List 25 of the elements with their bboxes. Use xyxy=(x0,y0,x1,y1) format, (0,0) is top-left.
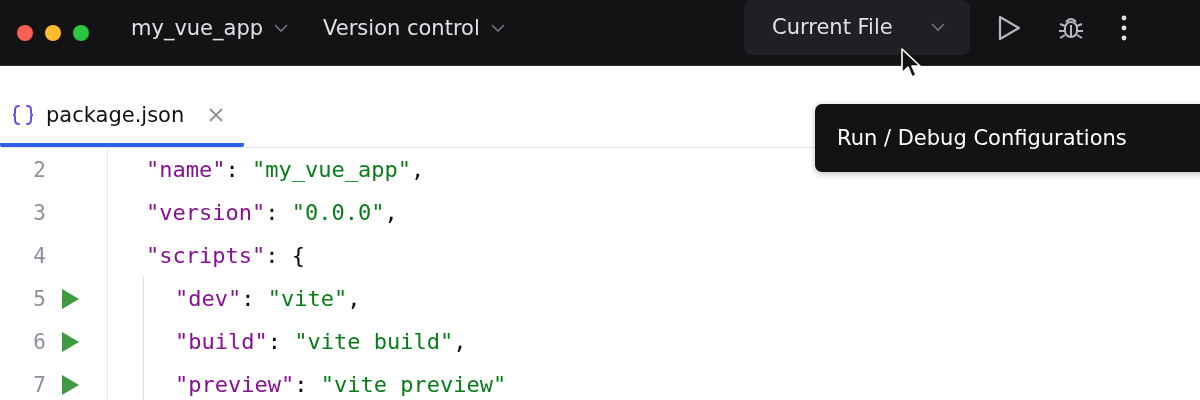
code-line: "build": "vite build", xyxy=(175,329,467,354)
code-line: "dev": "vite", xyxy=(175,286,361,311)
line-number: 7 xyxy=(32,372,46,397)
close-icon[interactable] xyxy=(208,107,225,123)
close-button[interactable] xyxy=(17,24,33,41)
line-number: 6 xyxy=(32,329,46,354)
run-configuration-selector[interactable]: Current File xyxy=(744,0,970,55)
line-number: 4 xyxy=(32,243,46,268)
code-line: "preview": "vite preview" xyxy=(175,372,507,397)
code-line: "scripts": { xyxy=(146,243,305,268)
tooltip: Run / Debug Configurations xyxy=(815,104,1200,172)
minimize-button[interactable] xyxy=(45,24,61,41)
code-line: "version": "0.0.0", xyxy=(146,200,398,225)
json-file-icon xyxy=(12,103,34,127)
line-number: 3 xyxy=(32,200,46,225)
more-icon[interactable] xyxy=(1120,13,1128,42)
editor-tab[interactable]: package.json xyxy=(0,87,245,147)
code-line: "name": "my_vue_app", xyxy=(146,157,425,182)
line-number: 2 xyxy=(32,157,46,182)
version-control-selector[interactable]: Version control xyxy=(323,0,506,55)
line-number: 5 xyxy=(32,286,46,311)
zoom-button[interactable] xyxy=(73,24,89,41)
chevron-down-icon xyxy=(930,20,946,34)
project-selector[interactable]: my_vue_app xyxy=(131,0,290,55)
run-icon[interactable] xyxy=(996,13,1022,42)
